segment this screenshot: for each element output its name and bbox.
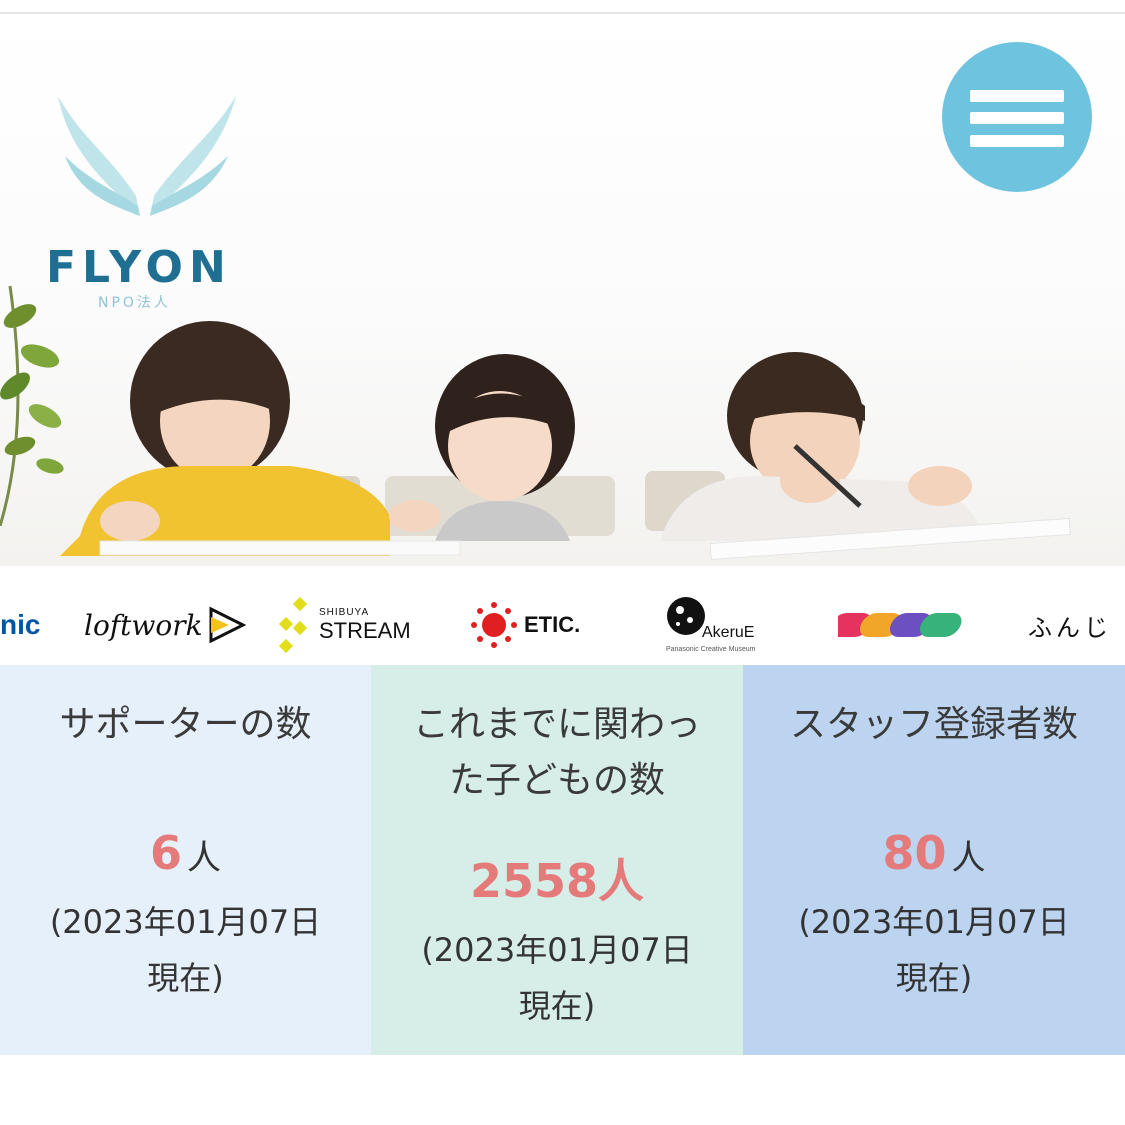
logo-subtitle: NPO法人 <box>98 295 171 311</box>
stat-unit: 人 <box>187 838 222 878</box>
stats-section: サポーターの数 6 人 (2023年01月07日 現在) これまでに関わっ た子… <box>0 665 1125 1055</box>
sponsor-logos-strip: nic loftwork SHIBUYA STREAM ETIC. AkeruE… <box>0 585 1125 665</box>
hero-banner: FLYON NPO法人 <box>0 16 1125 566</box>
sponsor-label: ふんじ <box>1028 613 1112 642</box>
akerue-circle-icon <box>667 597 705 635</box>
stat-title-line1: これまでに関わっ <box>412 704 701 745</box>
stat-number: 80 <box>882 826 947 880</box>
stat-date-line1: (2023年01月07日 <box>798 903 1070 941</box>
stat-date-line2: 現在) <box>518 987 596 1025</box>
sponsor-funji-logo[interactable]: ふんじ <box>1028 585 1112 665</box>
stat-supporters: サポーターの数 6 人 (2023年01月07日 現在) <box>0 665 371 1055</box>
stat-number: 2558 <box>469 854 599 908</box>
stat-date-line2: 現在) <box>895 959 973 997</box>
sponsor-label: loftwork <box>84 608 203 642</box>
stat-value-row: 80 人 <box>743 823 1125 894</box>
stat-date-line2: 現在) <box>147 959 224 997</box>
stat-children: これまでに関わっ た子どもの数 2558人 (2023年01月07日 現在) <box>371 665 743 1055</box>
logo-wordmark[interactable]: FLYON <box>46 242 232 293</box>
sponsor-label: nic <box>0 609 41 640</box>
stat-date-line1: (2023年01月07日 <box>421 931 693 969</box>
stat-title: サポーターの数 <box>59 704 312 745</box>
stat-staff: スタッフ登録者数 80 人 (2023年01月07日 現在) <box>743 665 1125 1055</box>
stat-value-row: 6 人 <box>0 823 371 894</box>
sponsor-akerue-logo[interactable]: AkeruE Panasonic Creative Museum <box>666 585 776 665</box>
colorful-stripes-icon <box>838 613 962 637</box>
stat-number: 6 <box>149 826 182 880</box>
sponsor-etic-logo[interactable]: ETIC. <box>470 585 580 665</box>
menu-bar-icon <box>970 90 1064 102</box>
sponsor-shibuya-stream-logo[interactable]: SHIBUYA STREAM <box>275 585 411 665</box>
sponsor-colorful-logo[interactable] <box>838 585 972 665</box>
children-photo <box>60 321 1071 561</box>
sponsor-label-top: SHIBUYA <box>319 606 370 618</box>
sponsor-label: STREAM <box>319 617 411 643</box>
stat-value-row: 2558人 <box>371 851 743 922</box>
sponsor-sublabel: Panasonic Creative Museum <box>666 646 756 653</box>
loftwork-arrow-icon <box>209 606 246 644</box>
sponsor-label: ETIC. <box>524 612 581 637</box>
stat-unit: 人 <box>951 838 986 878</box>
menu-bar-icon <box>970 112 1064 124</box>
page-bottom-space <box>0 1055 1125 1125</box>
sponsor-panasonic-logo[interactable]: nic <box>0 585 40 665</box>
shibuya-stream-icon <box>278 597 308 653</box>
menu-bar-icon <box>970 135 1064 147</box>
sponsor-loftwork-logo[interactable]: loftwork <box>84 585 247 665</box>
sponsor-label: AkeruE <box>702 624 755 641</box>
stat-title-line2: た子どもの数 <box>448 760 665 801</box>
stat-date-line1: (2023年01月07日 <box>49 903 322 941</box>
stat-title: スタッフ登録者数 <box>789 704 1078 745</box>
stat-unit: 人 <box>598 854 645 908</box>
top-bar <box>0 0 1125 14</box>
etic-dots-icon <box>471 602 517 648</box>
hamburger-menu-button[interactable] <box>942 42 1092 192</box>
